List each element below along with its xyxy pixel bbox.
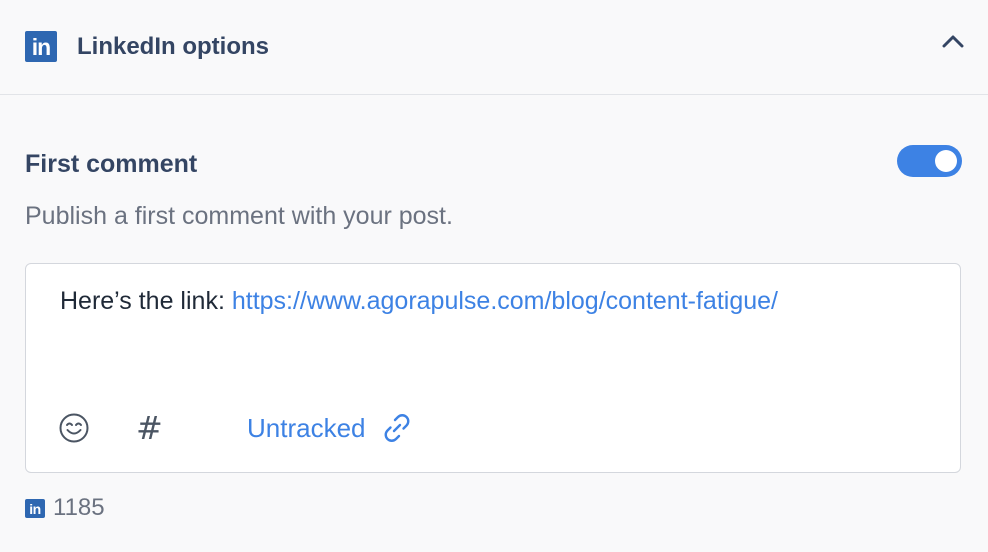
linkedin-options-header[interactable]: in LinkedIn options xyxy=(0,0,988,95)
first-comment-editor[interactable]: Here’s the link: https://www.agorapulse.… xyxy=(25,263,961,473)
comment-link[interactable]: https://www.agorapulse.com/blog/content-… xyxy=(232,287,778,315)
link-tracking-button[interactable]: Untracked xyxy=(247,408,414,448)
first-comment-title: First comment xyxy=(25,150,198,178)
comment-prefix: Here’s the link: xyxy=(60,287,232,315)
comment-text[interactable]: Here’s the link: https://www.agorapulse.… xyxy=(60,284,778,318)
chevron-up-icon xyxy=(942,35,964,48)
smiley-icon xyxy=(59,413,89,443)
first-comment-description: Publish a first comment with your post. xyxy=(25,202,453,230)
hashtag-button[interactable]: # xyxy=(136,408,172,448)
toggle-knob xyxy=(935,150,957,172)
tracking-status-label: Untracked xyxy=(247,413,366,443)
linkedin-icon: in xyxy=(25,498,45,518)
section-header-title: LinkedIn options xyxy=(77,33,269,60)
first-comment-toggle[interactable] xyxy=(897,145,962,177)
character-count: 1185 xyxy=(53,494,105,521)
collapse-button[interactable] xyxy=(936,24,970,58)
link-icon xyxy=(384,414,409,442)
hashtag-icon: # xyxy=(136,409,163,447)
linkedin-icon: in xyxy=(25,31,57,62)
character-counter: in 1185 xyxy=(25,493,105,523)
emoji-button[interactable] xyxy=(58,408,94,448)
